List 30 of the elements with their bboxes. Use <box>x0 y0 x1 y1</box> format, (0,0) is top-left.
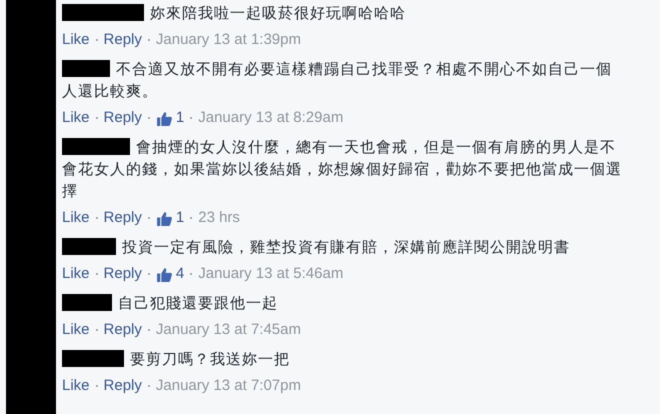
like-count: 1 <box>176 208 184 228</box>
like-link[interactable]: Like <box>62 207 90 229</box>
comment-time: January 13 at 7:07pm <box>156 376 301 396</box>
thumbs-up-icon <box>156 266 173 282</box>
like-count: 4 <box>176 264 184 284</box>
reply-link[interactable]: Reply <box>104 29 142 51</box>
comment-text: 自己犯賤還要跟他一起 <box>62 293 622 315</box>
comment-time: January 13 at 8:29am <box>198 108 344 128</box>
like-link[interactable]: Like <box>62 29 90 51</box>
like-count: 1 <box>176 108 184 128</box>
thumbs-up-icon <box>156 210 173 226</box>
like-link[interactable]: Like <box>62 375 90 397</box>
comment-time: 23 hrs <box>198 208 240 228</box>
comment-text: 會抽煙的女人沒什麼，總有一天也會戒，但是一個有肩膀的男人是不會花女人的錢，如果當妳以後結婚，妳想嫁個好歸宿，勸妳不要把他當成一個選擇 <box>62 137 622 202</box>
reply-link[interactable]: Reply <box>104 263 142 285</box>
comment-text: 妳來陪我啦一起吸菸很好玩啊哈哈哈 <box>62 3 622 25</box>
comment-text: 投資一定有風險，雞埜投資有賺有賠，深媾前應詳閱公開說明書 <box>62 237 622 259</box>
reply-link[interactable]: Reply <box>104 319 142 341</box>
comment-text: 不合適又放不開有必要這樣糟蹋自己找罪受？相處不開心不如自己一個人還比較爽。 <box>62 59 613 102</box>
comment-time: January 13 at 1:39pm <box>156 30 301 50</box>
comment-text: 要剪刀嗎？我送妳一把 <box>62 349 622 371</box>
like-link[interactable]: Like <box>62 107 90 129</box>
like-link[interactable]: Like <box>62 263 90 285</box>
comment-time: January 13 at 7:45am <box>156 320 301 340</box>
like-link[interactable]: Like <box>62 319 90 341</box>
reply-link[interactable]: Reply <box>104 207 142 229</box>
reply-link[interactable]: Reply <box>104 375 142 397</box>
reply-link[interactable]: Reply <box>104 107 142 129</box>
comment-time: January 13 at 5:46am <box>198 264 344 284</box>
thumbs-up-icon <box>156 110 173 126</box>
